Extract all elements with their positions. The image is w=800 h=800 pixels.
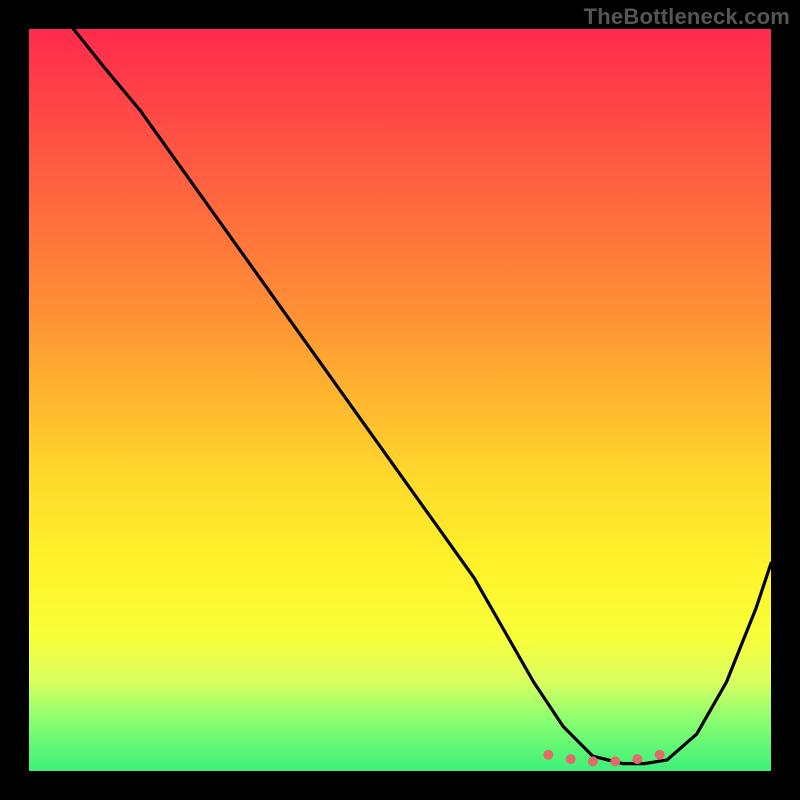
- chart-frame: TheBottleneck.com: [0, 0, 800, 800]
- marker-dot: [632, 754, 642, 764]
- watermark-text: TheBottleneck.com: [584, 4, 790, 30]
- bottleneck-curve: [74, 29, 772, 764]
- curve-layer: [29, 29, 771, 771]
- marker-dot: [655, 750, 665, 760]
- marker-dot: [588, 756, 598, 766]
- marker-dot: [566, 754, 576, 764]
- marker-dot: [543, 750, 553, 760]
- marker-dot: [610, 756, 620, 766]
